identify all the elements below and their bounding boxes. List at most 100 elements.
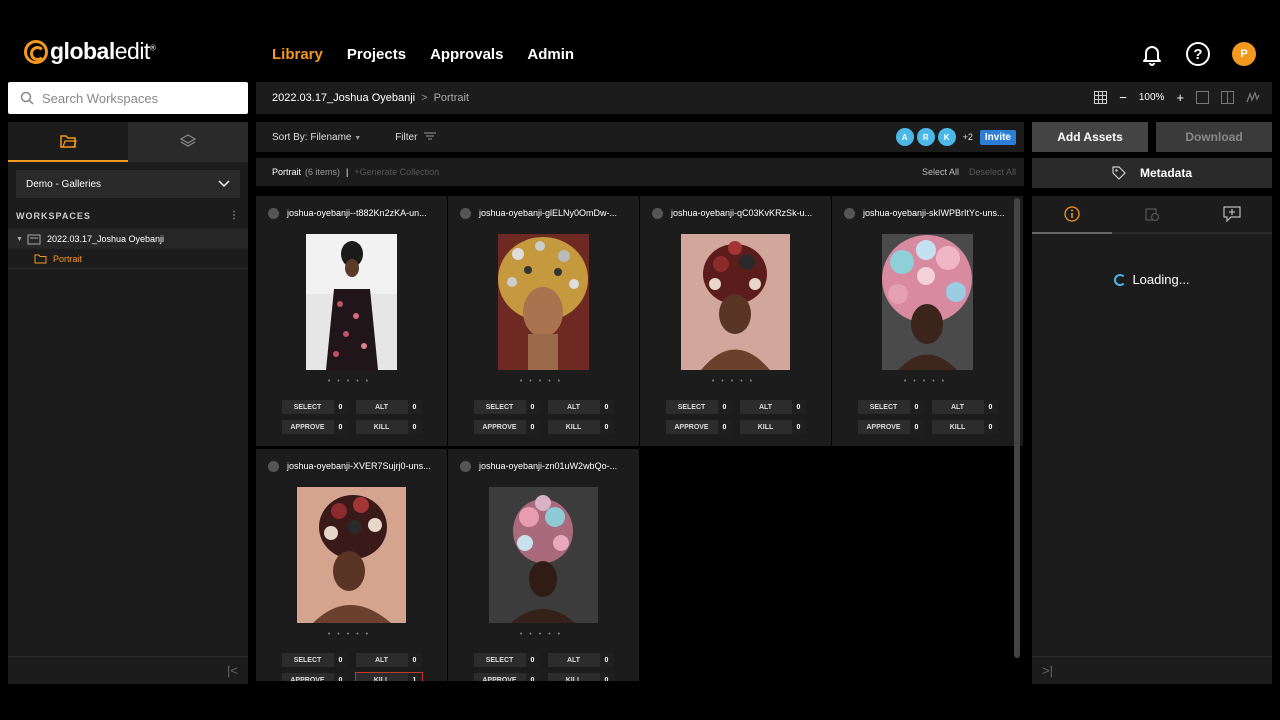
nav-library[interactable]: Library xyxy=(272,46,323,63)
chevron-down-icon xyxy=(218,180,230,188)
metadata-header[interactable]: Metadata xyxy=(1032,158,1272,188)
select-radio[interactable] xyxy=(844,207,855,219)
zoom-in-button[interactable]: + xyxy=(1176,90,1184,105)
grid-scrollbar[interactable] xyxy=(1014,198,1020,658)
alt-button[interactable]: ALT 0 xyxy=(547,400,614,414)
select-radio[interactable] xyxy=(268,460,279,472)
select-button[interactable]: SELECT 0 xyxy=(281,400,348,414)
grid-view-icon[interactable] xyxy=(1094,91,1108,104)
kill-button[interactable]: KILL 0 xyxy=(931,420,998,434)
more-options-icon[interactable]: ⋮ xyxy=(229,210,240,221)
rating-dots[interactable]: ••••• xyxy=(832,378,1023,390)
collapse-right-panel-button[interactable]: >| xyxy=(1032,656,1272,684)
collapse-left-icon: |< xyxy=(227,663,238,678)
notifications-bell-icon[interactable] xyxy=(1140,42,1164,66)
generate-collection-link[interactable]: +Generate Collection xyxy=(354,167,439,177)
filter-button[interactable]: Filter xyxy=(395,132,437,143)
rating-dots[interactable]: ••••• xyxy=(256,631,447,643)
tab-history[interactable] xyxy=(1112,196,1192,234)
alt-button[interactable]: ALT 0 xyxy=(355,653,422,667)
asset-filename: joshua-oyebanji--t882Kn2zKA-un... xyxy=(287,208,427,218)
select-all-link[interactable]: Select All xyxy=(922,167,959,177)
collection-bar: Portrait (6 items) | +Generate Collectio… xyxy=(256,158,1024,186)
asset-card[interactable]: joshua-oyebanji-qC03KvKRzSk-u... ••••• S… xyxy=(640,196,831,446)
breadcrumb-workspace[interactable]: 2022.03.17_Joshua Oyebanji xyxy=(272,92,415,104)
compare-view-icon[interactable] xyxy=(1221,91,1234,104)
collaborator-avatar[interactable]: K xyxy=(937,128,956,146)
asset-thumbnail[interactable] xyxy=(882,234,973,370)
approve-button[interactable]: APPROVE 0 xyxy=(857,420,924,434)
asset-card[interactable]: joshua-oyebanji-skIWPBrItYc-uns... •••••… xyxy=(832,196,1023,446)
top-bar: globaledit® Library Projects Approvals A… xyxy=(0,0,1280,82)
download-button[interactable]: Download xyxy=(1156,122,1272,152)
tab-folders[interactable] xyxy=(8,122,128,162)
help-icon[interactable]: ? xyxy=(1186,42,1210,66)
approve-button[interactable]: APPROVE 0 xyxy=(473,673,540,681)
rating-dots[interactable]: ••••• xyxy=(640,378,831,390)
expand-triangle-icon[interactable]: ▼ xyxy=(16,236,23,243)
approve-button[interactable]: APPROVE 0 xyxy=(473,420,540,434)
select-radio[interactable] xyxy=(268,207,279,219)
rating-dots[interactable]: ••••• xyxy=(256,378,447,390)
markup-icon[interactable] xyxy=(1246,91,1260,104)
select-button[interactable]: SELECT 0 xyxy=(473,653,540,667)
dropdown-value: Demo - Galleries xyxy=(26,178,102,190)
asset-thumbnail[interactable] xyxy=(297,487,406,623)
globaledit-logo[interactable]: globaledit® xyxy=(24,38,156,65)
folder-tab-icon xyxy=(60,135,77,148)
approve-button[interactable]: APPROVE 0 xyxy=(665,420,732,434)
select-button[interactable]: SELECT 0 xyxy=(857,400,924,414)
asset-thumbnail[interactable] xyxy=(681,234,790,370)
gallery-dropdown[interactable]: Demo - Galleries xyxy=(16,170,240,198)
user-avatar[interactable]: P xyxy=(1232,42,1256,66)
select-button[interactable]: SELECT 0 xyxy=(473,400,540,414)
rating-dots[interactable]: ••••• xyxy=(448,631,639,643)
alt-button[interactable]: ALT 0 xyxy=(547,653,614,667)
approve-button[interactable]: APPROVE 0 xyxy=(281,673,348,681)
asset-filename: joshua-oyebanji-zn01uW2wbQo-... xyxy=(479,461,618,471)
tab-layers[interactable] xyxy=(128,122,248,162)
asset-thumbnail[interactable] xyxy=(489,487,598,623)
select-radio[interactable] xyxy=(460,207,471,219)
zoom-out-button[interactable]: − xyxy=(1119,90,1127,105)
nav-projects[interactable]: Projects xyxy=(347,46,406,63)
collapse-sidebar-button[interactable]: |< xyxy=(8,656,248,684)
rating-dots[interactable]: ••••• xyxy=(448,378,639,390)
more-collaborators[interactable]: +2 xyxy=(963,132,973,142)
nav-approvals[interactable]: Approvals xyxy=(430,46,503,63)
alt-button[interactable]: ALT 0 xyxy=(739,400,806,414)
kill-button[interactable]: KILL 1 xyxy=(354,672,423,681)
main-nav: Library Projects Approvals Admin xyxy=(272,46,574,63)
asset-thumbnail[interactable] xyxy=(498,234,589,370)
select-button[interactable]: SELECT 0 xyxy=(281,653,348,667)
add-assets-button[interactable]: Add Assets xyxy=(1032,122,1148,152)
select-radio[interactable] xyxy=(652,207,663,219)
select-radio[interactable] xyxy=(460,460,471,472)
asset-thumbnail[interactable] xyxy=(306,234,397,370)
search-input[interactable] xyxy=(42,90,232,106)
invite-button[interactable]: Invite xyxy=(979,129,1016,145)
tab-comments[interactable] xyxy=(1192,196,1272,234)
single-view-icon[interactable] xyxy=(1196,91,1209,104)
tab-info[interactable] xyxy=(1032,196,1112,234)
select-button[interactable]: SELECT 0 xyxy=(665,400,732,414)
collaborator-avatar[interactable]: A xyxy=(895,128,914,146)
nav-admin[interactable]: Admin xyxy=(527,46,574,63)
alt-button[interactable]: ALT 0 xyxy=(355,400,422,414)
layers-icon xyxy=(179,134,197,147)
asset-card[interactable]: joshua-oyebanji--t882Kn2zKA-un... ••••• … xyxy=(256,196,447,446)
deselect-all-link[interactable]: Deselect All xyxy=(969,167,1016,177)
workspace-item[interactable]: ▼ 2022.03.17_Joshua Oyebanji xyxy=(8,229,248,249)
collaborator-avatar[interactable]: R xyxy=(916,128,935,146)
asset-card[interactable]: joshua-oyebanji-XVER7Sujrj0-uns... •••••… xyxy=(256,449,447,681)
sort-dropdown[interactable]: Sort By: Filename ▼ xyxy=(272,132,361,143)
kill-button[interactable]: KILL 0 xyxy=(355,420,422,434)
kill-button[interactable]: KILL 0 xyxy=(547,673,614,681)
asset-card[interactable]: joshua-oyebanji-glELNy0OmDw-... ••••• SE… xyxy=(448,196,639,446)
kill-button[interactable]: KILL 0 xyxy=(739,420,806,434)
folder-item-portrait[interactable]: Portrait xyxy=(8,249,248,269)
asset-card[interactable]: joshua-oyebanji-zn01uW2wbQo-... ••••• SE… xyxy=(448,449,639,681)
alt-button[interactable]: ALT 0 xyxy=(931,400,998,414)
approve-button[interactable]: APPROVE 0 xyxy=(281,420,348,434)
kill-button[interactable]: KILL 0 xyxy=(547,420,614,434)
